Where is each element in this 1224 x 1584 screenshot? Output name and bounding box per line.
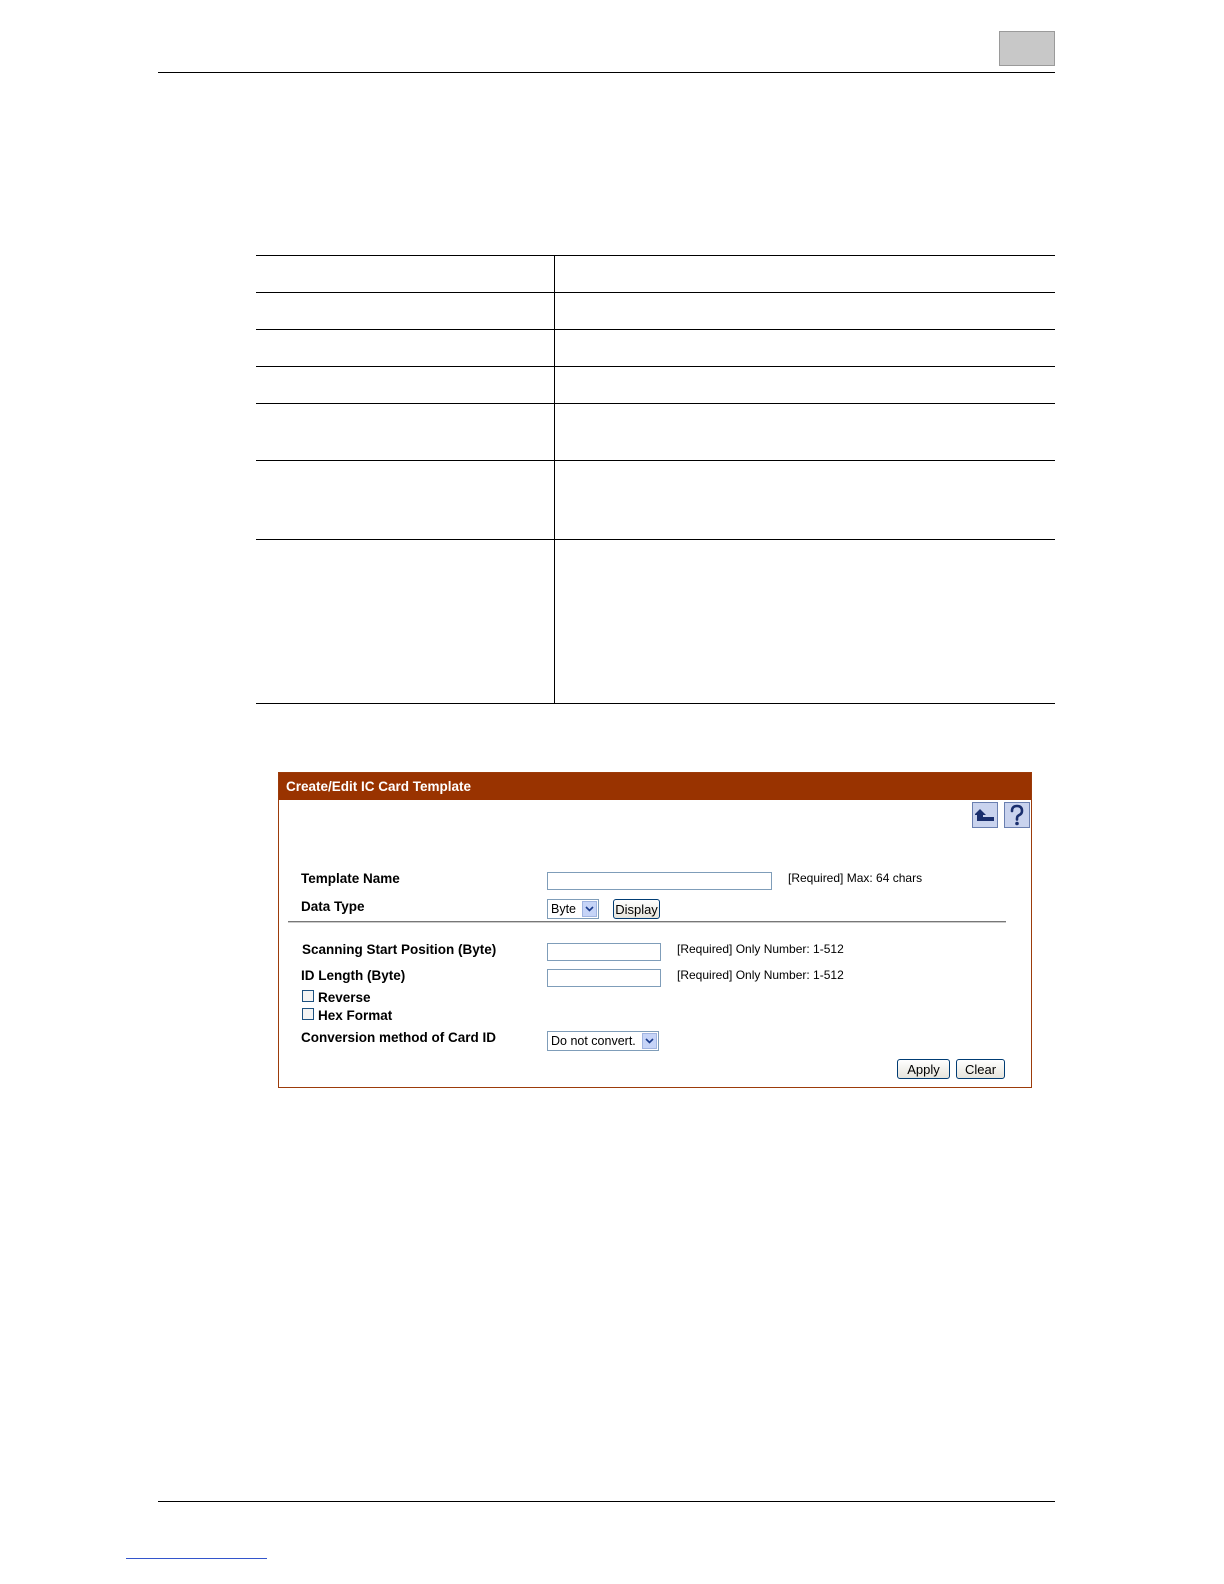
template-name-input[interactable] [547,872,772,890]
scanning-start-label: Scanning Start Position (Byte) [302,942,497,957]
table-cell [256,404,555,460]
apply-button[interactable]: Apply [897,1059,950,1079]
table-cell [555,404,1055,460]
table-cell [256,540,555,703]
data-type-select[interactable]: Byte [547,899,599,919]
chevron-down-icon [582,901,597,917]
table-cell [555,367,1055,403]
table-cell [555,461,1055,539]
table-cell [555,293,1055,329]
clear-button[interactable]: Clear [956,1059,1005,1079]
conversion-method-selected: Do not convert. [551,1034,636,1048]
table-row [256,367,1055,404]
help-icon [1010,804,1024,826]
page-number-tab [999,31,1055,66]
table-row [256,540,1055,703]
scanning-start-input[interactable] [547,943,661,961]
ic-card-template-panel: Create/Edit IC Card Template Template Na… [278,772,1032,1088]
hex-format-checkbox[interactable] [302,1008,314,1020]
data-type-selected: Byte [551,902,577,916]
hex-format-label: Hex Format [318,1008,393,1023]
conversion-method-label: Conversion method of Card ID [301,1030,497,1045]
back-button[interactable] [972,802,998,828]
conversion-method-select[interactable]: Do not convert. [547,1031,659,1051]
footer-link-underline [126,1558,267,1559]
table-cell [555,540,1055,703]
header-rule [158,72,1055,73]
chevron-down-icon [642,1033,657,1049]
table-cell [256,256,555,292]
table-cell [256,293,555,329]
reverse-label: Reverse [318,990,371,1005]
table-row [256,404,1055,461]
help-button[interactable] [1004,802,1030,828]
panel-title: Create/Edit IC Card Template [279,773,1031,800]
id-length-note: [Required] Only Number: 1-512 [677,968,844,982]
template-name-note: [Required] Max: 64 chars [788,871,923,885]
table-row [256,461,1055,540]
up-arrow-icon [975,809,994,821]
table-cell [256,461,555,539]
table-row [256,256,1055,293]
table-cell [555,330,1055,366]
document-table [256,255,1055,704]
data-type-label: Data Type [301,899,365,914]
reverse-checkbox[interactable] [302,990,314,1002]
table-row [256,330,1055,367]
section-divider [288,921,1006,923]
table-cell [555,256,1055,292]
display-button[interactable]: Display [613,899,660,919]
footer-rule [158,1501,1055,1502]
table-row [256,293,1055,330]
scanning-start-note: [Required] Only Number: 1-512 [677,942,844,956]
table-cell [256,330,555,366]
id-length-label: ID Length (Byte) [301,968,406,983]
template-name-label: Template Name [301,871,400,886]
id-length-input[interactable] [547,969,661,987]
table-cell [256,367,555,403]
